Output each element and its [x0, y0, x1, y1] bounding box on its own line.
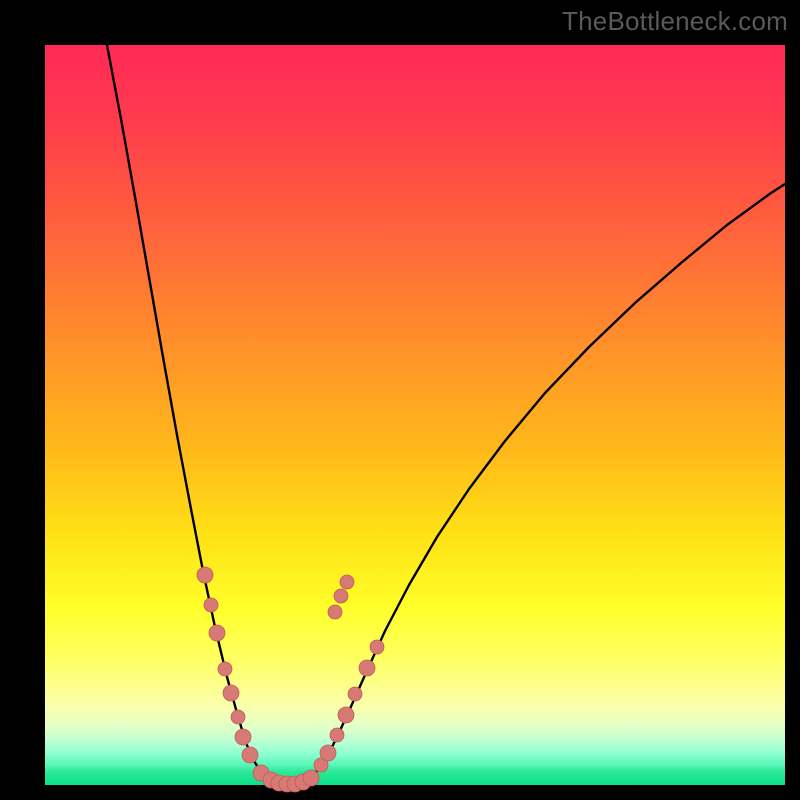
data-point: [197, 567, 213, 583]
chart-frame: TheBottleneck.com: [0, 0, 800, 800]
data-point: [235, 729, 251, 745]
plot-area: [45, 45, 785, 785]
data-point: [340, 575, 354, 589]
data-point: [330, 728, 344, 742]
data-point: [338, 707, 354, 723]
data-point: [231, 710, 245, 724]
curve-layer: [45, 45, 785, 785]
data-point: [209, 625, 225, 641]
data-point: [359, 660, 375, 676]
data-point: [334, 589, 348, 603]
dots-group: [197, 567, 384, 792]
data-point: [348, 687, 362, 701]
data-point: [242, 747, 258, 763]
data-point: [218, 662, 232, 676]
data-point: [320, 745, 336, 761]
data-point: [328, 605, 342, 619]
watermark-text: TheBottleneck.com: [562, 6, 788, 37]
data-point: [370, 640, 384, 654]
main-curve: [107, 45, 785, 784]
data-point: [303, 770, 319, 786]
data-point: [223, 685, 239, 701]
data-point: [204, 598, 218, 612]
